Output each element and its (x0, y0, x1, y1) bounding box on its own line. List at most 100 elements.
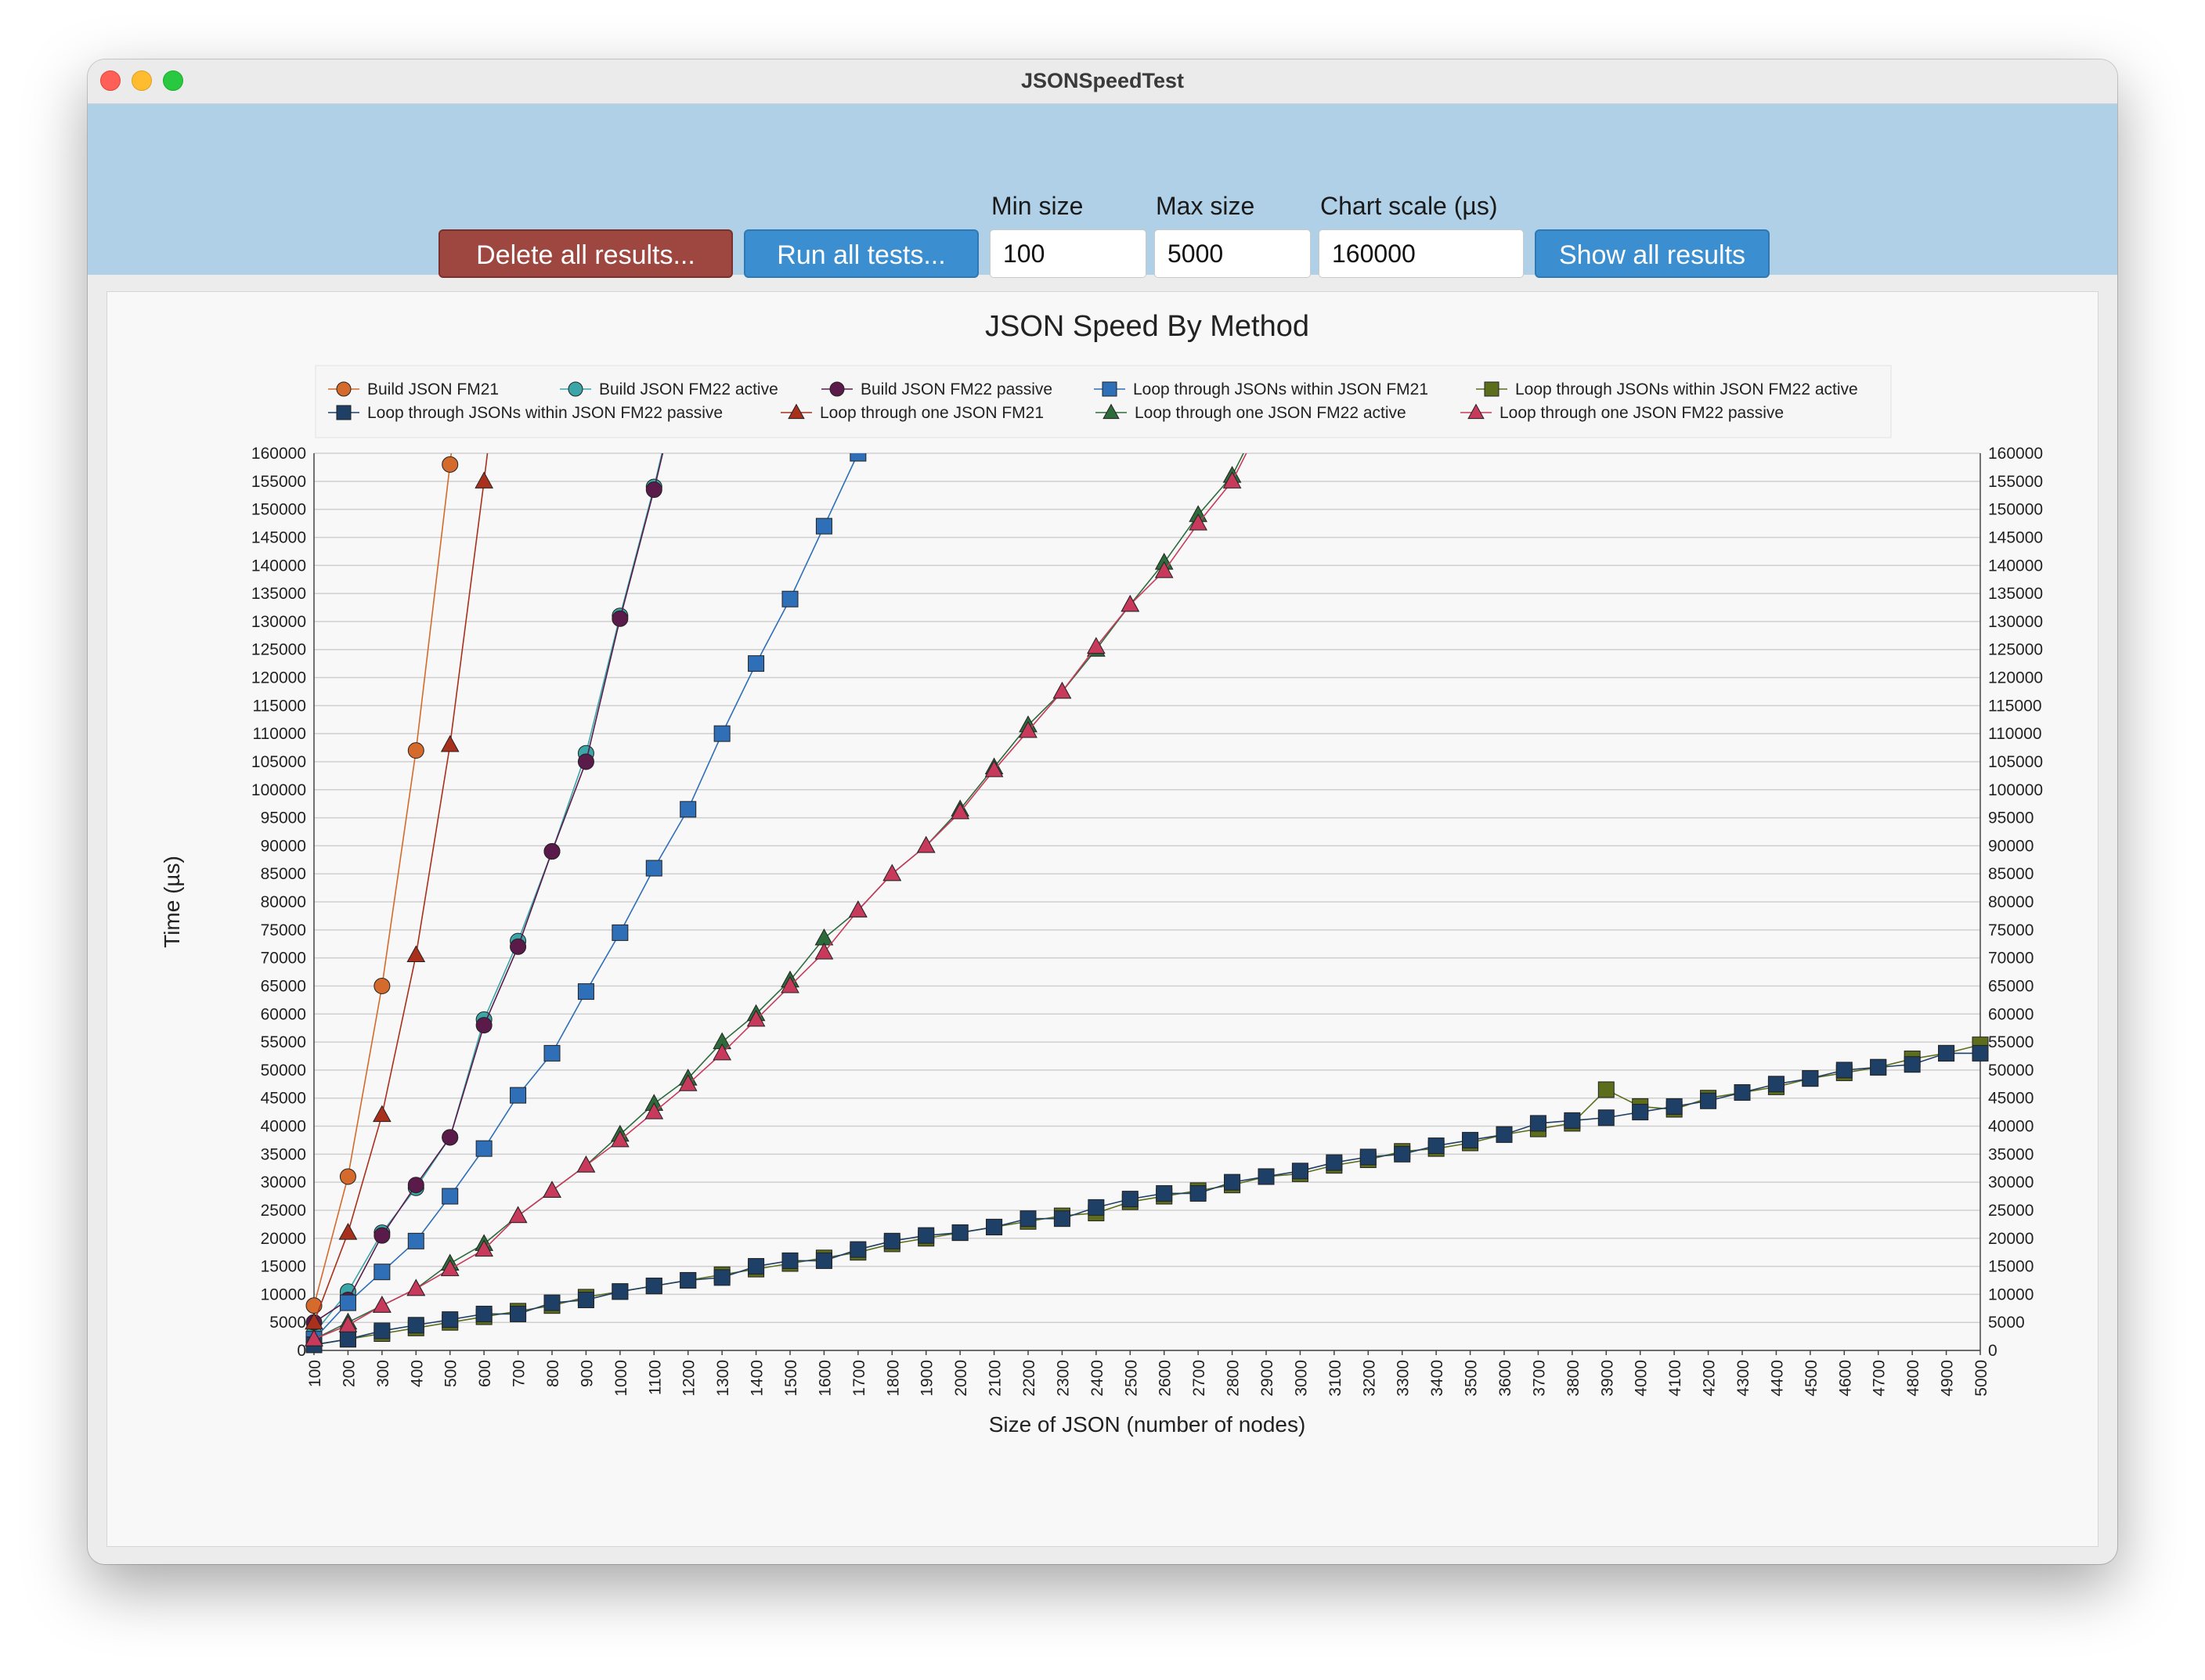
data-point (338, 1223, 358, 1240)
x-tick-label: 1400 (749, 1360, 767, 1397)
toolbar: Delete all results... Run all tests... M… (88, 104, 2117, 278)
y-tick-label-right: 150000 (1988, 501, 2043, 519)
y-tick-label-right: 95000 (1988, 809, 2034, 827)
data-point (475, 1017, 493, 1034)
data-point (339, 1168, 356, 1185)
y-tick-label-right: 105000 (1988, 753, 2043, 771)
data-point (508, 1206, 528, 1224)
y-tick-label-left: 120000 (251, 669, 306, 687)
y-tick-label-right: 20000 (1988, 1230, 2034, 1248)
x-tick-label: 2700 (1190, 1360, 1208, 1397)
x-tick-label: 400 (408, 1360, 426, 1387)
series-line (313, 453, 664, 1323)
data-point (850, 1241, 867, 1258)
y-tick-label-right: 15000 (1988, 1258, 2034, 1276)
data-point (951, 1224, 969, 1242)
y-tick-label-right: 55000 (1988, 1033, 2034, 1051)
y-tick-label-left: 130000 (251, 613, 306, 631)
x-tick-label: 4600 (1836, 1360, 1854, 1397)
y-tick-label-right: 70000 (1988, 950, 2034, 968)
legend-label: Build JSON FM22 active (599, 380, 778, 398)
y-tick-label-left: 125000 (251, 641, 306, 659)
legend-marker (1102, 381, 1117, 397)
x-tick-label: 500 (442, 1360, 460, 1387)
x-tick-label: 600 (476, 1360, 494, 1387)
x-tick-label: 3300 (1395, 1360, 1413, 1397)
legend-item[interactable]: Loop through JSONs within JSON FM22 pass… (328, 404, 723, 422)
data-point (374, 1227, 391, 1244)
data-point (1394, 1145, 1411, 1163)
run-all-tests-button[interactable]: Run all tests... (744, 229, 979, 278)
series-line (313, 453, 489, 1323)
data-point (1597, 1109, 1615, 1127)
data-point (713, 1269, 731, 1286)
x-axis-label: Size of JSON (number of nodes) (989, 1412, 1306, 1437)
legend-label: Loop through JSONs within JSON FM22 acti… (1515, 380, 1858, 398)
y-tick-label-left: 50000 (261, 1062, 306, 1080)
x-tick-label: 1600 (816, 1360, 834, 1397)
data-point (475, 1305, 493, 1322)
data-point (305, 1297, 323, 1314)
app-window: JSONSpeedTest Delete all results... Run … (88, 59, 2117, 1564)
y-tick-label-right: 50000 (1988, 1062, 2034, 1080)
y-tick-label-left: 0 (297, 1342, 306, 1360)
y-tick-label-right: 0 (1988, 1342, 1997, 1360)
data-point (612, 1283, 629, 1300)
legend-label: Build JSON FM22 passive (861, 380, 1052, 398)
data-point (1326, 1154, 1343, 1171)
data-point (850, 453, 867, 462)
y-axis-label: Time (µs) (160, 856, 184, 948)
data-point (645, 860, 662, 877)
y-tick-label-left: 70000 (261, 950, 306, 968)
x-tick-label: 2100 (987, 1360, 1005, 1397)
legend-label: Loop through JSONs within JSON FM21 (1133, 380, 1428, 398)
y-tick-label-left: 115000 (252, 697, 306, 715)
data-point (680, 1271, 697, 1289)
x-tick-label: 2400 (1088, 1360, 1106, 1397)
legend-item[interactable]: Loop through JSONs within JSON FM21 (1094, 380, 1428, 398)
legend-item[interactable]: Loop through JSONs within JSON FM22 acti… (1476, 380, 1858, 398)
data-point (374, 1264, 391, 1281)
legend-label: Loop through one JSON FM22 passive (1499, 404, 1784, 422)
y-tick-label-right: 45000 (1988, 1090, 2034, 1108)
speed-chart: JSON Speed By MethodBuild JSON FM21 Build… (160, 310, 2043, 1437)
y-tick-label-left: 10000 (261, 1285, 306, 1303)
data-point (543, 1294, 561, 1311)
min-size-field[interactable]: 100 (990, 229, 1146, 278)
data-point (748, 655, 765, 672)
y-tick-label-left: 55000 (261, 1033, 306, 1051)
y-tick-label-right: 125000 (1988, 641, 2043, 659)
x-tick-label: 3400 (1428, 1360, 1446, 1397)
data-point (543, 843, 561, 860)
y-tick-label-left: 5000 (269, 1314, 306, 1332)
data-point (1564, 1112, 1581, 1129)
data-point (543, 1181, 561, 1198)
data-point (713, 725, 731, 742)
data-point (1427, 1137, 1445, 1155)
y-tick-label-right: 160000 (1988, 445, 2043, 463)
y-tick-label-left: 60000 (261, 1005, 306, 1023)
series-line (313, 453, 453, 1306)
series (305, 453, 664, 1331)
legend-item[interactable]: Loop through one JSON FM21 (781, 403, 1044, 422)
y-tick-label-right: 145000 (1988, 528, 2043, 546)
y-tick-label-right: 10000 (1988, 1285, 2034, 1303)
max-size-field[interactable]: 5000 (1154, 229, 1311, 278)
data-point (577, 983, 594, 1000)
data-point (1053, 1210, 1070, 1228)
legend-item[interactable]: Loop through one JSON FM22 passive (1460, 403, 1784, 422)
x-tick-label: 1100 (646, 1360, 664, 1395)
data-point (1938, 1044, 1955, 1062)
chart-scale-field[interactable]: 160000 (1319, 229, 1524, 278)
data-point (1156, 1184, 1173, 1202)
legend-item[interactable]: Loop through one JSON FM22 active (1095, 403, 1406, 422)
y-tick-label-left: 110000 (252, 725, 306, 743)
data-point (1835, 1062, 1853, 1079)
delete-all-results-button[interactable]: Delete all results... (438, 229, 733, 278)
y-tick-label-left: 35000 (261, 1145, 306, 1163)
data-point (440, 734, 460, 752)
legend-label: Loop through one JSON FM22 active (1135, 404, 1406, 422)
x-tick-label: 1700 (850, 1360, 868, 1397)
show-all-results-button[interactable]: Show all results (1535, 229, 1770, 278)
legend-marker (336, 381, 352, 397)
